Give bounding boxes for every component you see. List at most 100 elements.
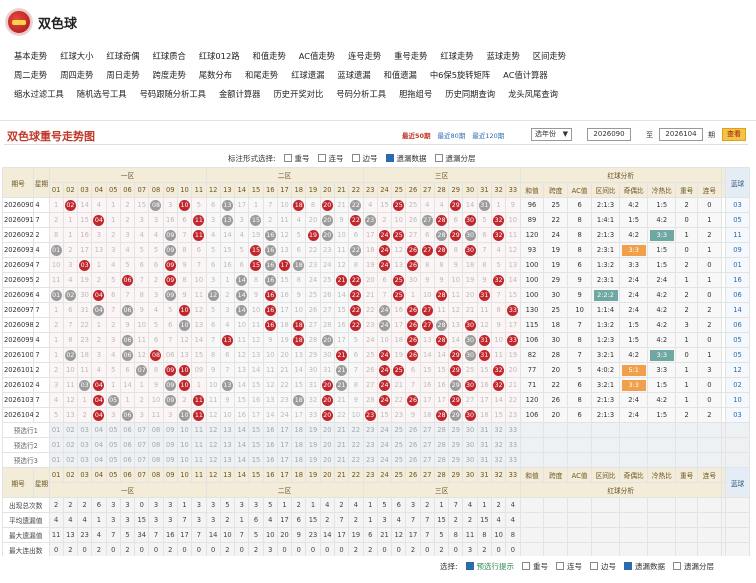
preselect-number[interactable]: 08 — [148, 422, 164, 438]
preselect-number[interactable]: 08 — [148, 437, 164, 453]
preselect-number[interactable]: 04 — [91, 452, 107, 468]
preselect-number[interactable]: 19 — [305, 437, 321, 453]
preselect-number[interactable]: 10 — [176, 437, 193, 453]
preselect-number[interactable]: 20 — [319, 437, 335, 453]
preselect-number[interactable]: 33 — [505, 437, 521, 453]
nav-link[interactable]: AC值计算器 — [503, 69, 548, 81]
nav-link[interactable]: 胆拖组号 — [399, 88, 432, 100]
nav-link[interactable]: 红球大小 — [60, 50, 93, 62]
preselect-number[interactable]: 21 — [333, 422, 350, 438]
preselect-number[interactable]: 01 — [48, 452, 64, 468]
preselect-number[interactable]: 09 — [162, 422, 178, 438]
preselect-number[interactable]: 29 — [448, 422, 464, 438]
checkbox[interactable] — [385, 154, 394, 162]
preselect-number[interactable]: 17 — [276, 422, 293, 438]
preselect-number[interactable]: 15 — [248, 422, 264, 438]
nav-link[interactable]: 历史开奖对比 — [273, 88, 323, 100]
preselect-number[interactable]: 31 — [476, 452, 492, 468]
preselect-row[interactable]: 预选行3 01 02 03 04 05 06 07 08 09 10 11 12 13 14 15 16 17 18… — [2, 452, 750, 468]
preselect-number[interactable]: 21 — [333, 437, 350, 453]
range-link-120[interactable]: 最近120期 — [472, 132, 504, 140]
preselect-number[interactable]: 24 — [376, 452, 393, 468]
preselect-number[interactable]: 16 — [262, 437, 278, 453]
preselect-number[interactable]: 03 — [77, 437, 93, 453]
preselect-number[interactable]: 08 — [148, 452, 164, 468]
preselect-number[interactable]: 10 — [176, 422, 193, 438]
preselect-number[interactable]: 22 — [348, 452, 364, 468]
nav-link[interactable]: 周四走势 — [60, 69, 93, 81]
nav-link[interactable]: 历史同期查询 — [445, 88, 495, 100]
checkbox[interactable] — [624, 562, 633, 570]
preselect-number[interactable]: 29 — [448, 452, 464, 468]
preselect-number[interactable]: 14 — [234, 422, 250, 438]
preselect-number[interactable]: 07 — [134, 422, 150, 438]
checkbox[interactable] — [351, 154, 360, 162]
preselect-number[interactable]: 12 — [205, 452, 221, 468]
preselect-number[interactable]: 17 — [276, 452, 293, 468]
preselect-number[interactable]: 28 — [433, 422, 450, 438]
preselect-number[interactable]: 25 — [391, 452, 407, 468]
preselect-number[interactable]: 27 — [419, 437, 435, 453]
preselect-number[interactable]: 15 — [248, 437, 264, 453]
preselect-number[interactable]: 20 — [319, 452, 335, 468]
nav-link[interactable]: 和值遗漏 — [384, 69, 417, 81]
preselect-number[interactable]: 02 — [62, 437, 79, 453]
nav-link[interactable]: 重号走势 — [394, 50, 427, 62]
preselect-number[interactable]: 26 — [405, 437, 421, 453]
view-button[interactable]: 查看 — [722, 128, 746, 141]
preselect-number[interactable]: 20 — [319, 422, 335, 438]
to-period-input[interactable]: 2026104 — [659, 128, 703, 141]
nav-link[interactable]: AC值走势 — [299, 50, 335, 62]
nav-link[interactable]: 蓝球遗漏 — [337, 69, 370, 81]
nav-link[interactable]: 龙头凤尾查询 — [508, 88, 558, 100]
nav-link[interactable]: 红球012路 — [199, 50, 240, 62]
preselect-number[interactable]: 16 — [262, 422, 278, 438]
nav-link[interactable]: 红球质合 — [153, 50, 186, 62]
preselect-number[interactable]: 31 — [476, 422, 492, 438]
checkbox[interactable] — [556, 562, 565, 570]
preselect-number[interactable]: 05 — [105, 422, 121, 438]
preselect-number[interactable]: 22 — [348, 422, 364, 438]
preselect-number[interactable]: 18 — [291, 452, 307, 468]
preselect-number[interactable]: 28 — [433, 452, 450, 468]
preselect-number[interactable]: 31 — [476, 437, 492, 453]
preselect-number[interactable]: 28 — [433, 437, 450, 453]
nav-link[interactable]: 中6保5旋转矩阵 — [430, 69, 490, 81]
preselect-number[interactable]: 23 — [362, 452, 378, 468]
preselect-number[interactable]: 30 — [462, 437, 478, 453]
preselect-number[interactable]: 23 — [362, 422, 378, 438]
preselect-number[interactable]: 14 — [234, 437, 250, 453]
checkbox[interactable] — [522, 562, 531, 570]
preselect-number[interactable]: 11 — [191, 422, 207, 438]
preselect-number[interactable]: 13 — [219, 422, 236, 438]
preselect-number[interactable]: 27 — [419, 422, 435, 438]
preselect-number[interactable]: 30 — [462, 422, 478, 438]
nav-link[interactable]: 红球走势 — [440, 50, 473, 62]
preselect-number[interactable]: 06 — [119, 437, 136, 453]
preselect-number[interactable]: 11 — [191, 452, 207, 468]
nav-link[interactable]: 跨度走势 — [153, 69, 186, 81]
preselect-number[interactable]: 13 — [219, 437, 236, 453]
nav-link[interactable]: 和尾走势 — [245, 69, 278, 81]
preselect-number[interactable]: 33 — [505, 422, 521, 438]
checkbox[interactable] — [465, 562, 474, 570]
checkbox[interactable] — [434, 154, 443, 162]
preselect-number[interactable]: 01 — [48, 437, 64, 453]
preselect-number[interactable]: 02 — [62, 422, 79, 438]
nav-link[interactable]: 缩水过滤工具 — [14, 88, 64, 100]
preselect-number[interactable]: 22 — [348, 437, 364, 453]
nav-link[interactable]: 金额计算器 — [219, 88, 261, 100]
preselect-number[interactable]: 01 — [48, 422, 64, 438]
preselect-number[interactable]: 21 — [333, 452, 350, 468]
preselect-row[interactable]: 预选行1 01 02 03 04 05 06 07 08 09 10 11 12 13 14 15 16 17 18… — [2, 422, 750, 438]
preselect-number[interactable]: 24 — [376, 437, 393, 453]
preselect-number[interactable]: 12 — [205, 437, 221, 453]
nav-link[interactable]: 红球遗漏 — [291, 69, 324, 81]
nav-link[interactable]: 红球奇偶 — [106, 50, 139, 62]
preselect-number[interactable]: 19 — [305, 422, 321, 438]
nav-link[interactable]: 和值走势 — [253, 50, 286, 62]
preselect-number[interactable]: 25 — [391, 422, 407, 438]
preselect-number[interactable]: 18 — [291, 437, 307, 453]
preselect-number[interactable]: 10 — [176, 452, 193, 468]
preselect-number[interactable]: 02 — [62, 452, 79, 468]
